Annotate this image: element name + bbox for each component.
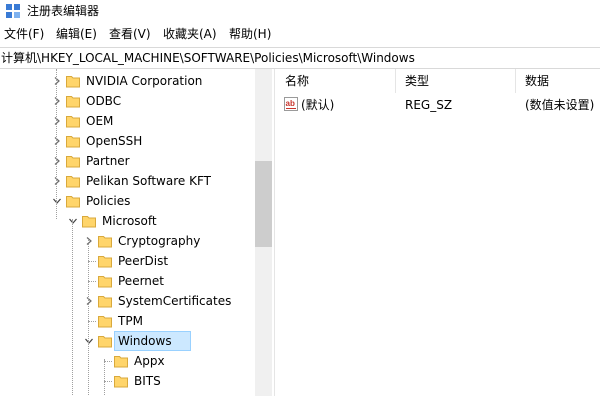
tree-item-label: TPM [118,314,143,328]
tree-item-label: Microsoft [102,214,157,228]
tree-item-label: Appx [134,354,165,368]
folder-icon [98,274,112,288]
tree-item-label: OpenSSH [86,134,143,148]
tree-item-label: Partner [86,154,130,168]
tree-guide-line [56,69,57,219]
chevron-down-icon[interactable] [84,335,94,345]
chevron-right-icon[interactable] [52,135,62,145]
tree-connector [88,321,96,322]
address-bar[interactable]: 计算机\HKEY_LOCAL_MACHINE\SOFTWARE\Policies… [0,47,600,69]
tree-item-label: NVIDIA Corporation [86,74,203,88]
registry-tree: NVIDIA Corporation ODBC OEM OpenSSH Partner P… [0,69,255,396]
folder-icon [66,94,80,108]
address-path[interactable]: 计算机\HKEY_LOCAL_MACHINE\SOFTWARE\Policies… [1,51,415,65]
folder-open-icon [82,214,96,228]
tree-item-label: Cryptography [118,234,201,248]
tree-connector [88,281,96,282]
folder-icon [98,254,112,268]
tree-item-microsoft[interactable]: Microsoft [0,211,255,231]
folder-icon [114,374,128,388]
folder-icon [98,314,112,328]
tree-item-label: Peernet [118,274,164,288]
folder-icon [66,74,80,88]
value-data: (数值未设置) [525,98,595,112]
window-title: 注册表编辑器 [27,4,100,18]
tree-item-pelikan-software-kft[interactable]: Pelikan Software KFT [0,171,255,191]
column-header-data[interactable]: 数据 [525,69,549,93]
column-header-type[interactable]: 类型 [405,69,429,93]
title-bar: 注册表编辑器 [0,0,600,22]
tree-item-label: OEM [86,114,114,128]
folder-icon [66,114,80,128]
menu-favorites[interactable]: 收藏夹(A) [163,27,217,41]
tree-guide-line [88,239,89,396]
folder-icon [114,354,128,368]
value-row[interactable]: ab (默认) REG_SZ (数值未设置) [277,95,600,115]
tree-item-peernet[interactable]: Peernet [0,271,255,291]
folder-icon [66,154,80,168]
tree-connector [88,261,96,262]
pane-splitter[interactable] [274,69,275,396]
folder-icon [66,174,80,188]
column-divider[interactable] [395,69,396,93]
tree-item-tpm[interactable]: TPM [0,311,255,331]
scrollbar-thumb[interactable] [255,161,272,247]
tree-item-partner[interactable]: Partner [0,151,255,171]
tree-item-appx[interactable]: Appx [0,351,255,371]
tree-item-label: SystemCertificates [118,294,232,308]
tree-item-policies[interactable]: Policies [0,191,255,211]
folder-icon [66,134,80,148]
chevron-right-icon[interactable] [52,75,62,85]
chevron-right-icon[interactable] [52,95,62,105]
menu-view[interactable]: 查看(V) [109,27,151,41]
tree-item-nvidia-corporation[interactable]: NVIDIA Corporation [0,71,255,91]
tree-scrollbar[interactable] [255,69,272,396]
value-name: (默认) [301,98,335,112]
menu-help[interactable]: 帮助(H) [229,27,271,41]
tree-item-oem[interactable]: OEM [0,111,255,131]
chevron-right-icon[interactable] [84,295,94,305]
tree-item-peerdist[interactable]: PeerDist [0,251,255,271]
chevron-right-icon[interactable] [52,155,62,165]
tree-item-label: ODBC [86,94,122,108]
tree-item-label: Windows [118,334,172,348]
column-divider[interactable] [515,69,516,93]
tree-item-openssh[interactable]: OpenSSH [0,131,255,151]
values-list: 名称 类型 数据 ab (默认) REG_SZ (数值未设置) [277,69,600,396]
tree-item-label: BITS [134,374,161,388]
tree-item-label: Policies [86,194,131,208]
folder-icon [98,294,112,308]
tree-item-label: PeerDist [118,254,169,268]
tree-item-cryptography[interactable]: Cryptography [0,231,255,251]
svg-text:ab: ab [286,99,295,108]
tree-guide-line [72,219,73,396]
tree-connector [104,381,112,382]
chevron-right-icon[interactable] [84,235,94,245]
tree-guide-line [104,359,105,396]
menu-file[interactable]: 文件(F) [4,27,44,41]
value-type: REG_SZ [405,98,453,112]
tree-item-windows[interactable]: Windows [0,331,255,351]
tree-connector [104,361,112,362]
regedit-icon [6,4,20,18]
column-header-name[interactable]: 名称 [285,69,309,93]
tree-item-bits[interactable]: BITS [0,371,255,391]
menu-edit[interactable]: 编辑(E) [56,27,97,41]
chevron-right-icon[interactable] [52,175,62,185]
folder-open-icon [98,334,112,348]
chevron-right-icon[interactable] [52,115,62,125]
ab-string-icon: ab [284,97,298,111]
chevron-down-icon[interactable] [52,195,62,205]
chevron-down-icon[interactable] [68,215,78,225]
folder-icon [98,234,112,248]
tree-item-odbc[interactable]: ODBC [0,91,255,111]
folder-open-icon [66,194,80,208]
tree-item-systemcertificates[interactable]: SystemCertificates [0,291,255,311]
menu-bar: 文件(F) 编辑(E) 查看(V) 收藏夹(A) 帮助(H) [0,23,600,45]
tree-item-label: Pelikan Software KFT [86,174,211,188]
